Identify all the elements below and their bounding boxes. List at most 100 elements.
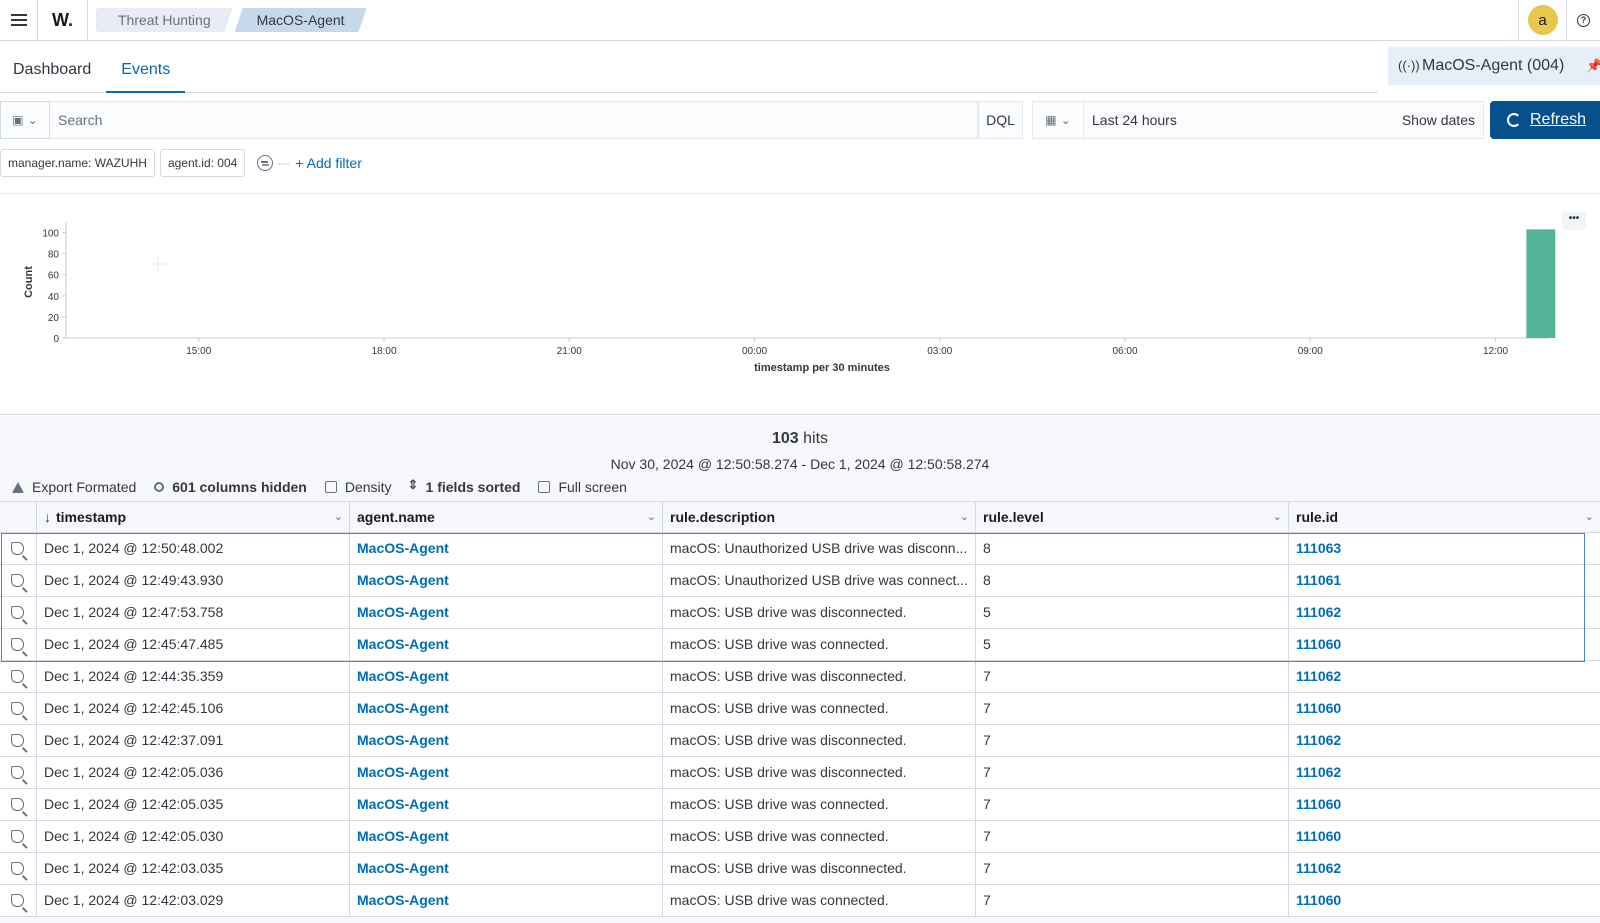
cell-agent-name[interactable]: MacOS-Agent	[350, 565, 663, 596]
cell-agent-name[interactable]: MacOS-Agent	[350, 821, 663, 852]
cell-agent-name[interactable]: MacOS-Agent	[350, 661, 663, 692]
column-header-agent-name[interactable]: agent.name ⌄	[350, 502, 663, 532]
filter-options-icon[interactable]	[257, 155, 274, 171]
cell-rule-id[interactable]: 111061	[1289, 565, 1600, 596]
columns-hidden-button[interactable]: 601 columns hidden	[154, 479, 307, 495]
cell-agent-name[interactable]: MacOS-Agent	[350, 597, 663, 628]
cell-agent-name[interactable]: MacOS-Agent	[350, 533, 663, 564]
chart-options-button[interactable]: •••	[1562, 212, 1586, 230]
column-header-label: agent.name	[357, 509, 435, 525]
inspect-document-button[interactable]	[0, 629, 37, 660]
cell-rule-id[interactable]: 111060	[1289, 789, 1600, 820]
cell-rule-id[interactable]: 111062	[1289, 853, 1600, 884]
inspect-document-button[interactable]	[0, 789, 37, 820]
breadcrumb-macos-agent[interactable]: MacOS-Agent	[235, 8, 367, 32]
table-row[interactable]: Dec 1, 2024 @ 12:42:05.036 MacOS-Agent mac…	[0, 757, 1600, 789]
cell-agent-name[interactable]: MacOS-Agent	[350, 789, 663, 820]
column-header-rule-level[interactable]: rule.level ⌄	[976, 502, 1289, 532]
table-row[interactable]: Dec 1, 2024 @ 12:47:53.758 MacOS-Agent mac…	[0, 597, 1600, 629]
agent-selector[interactable]: ((·)) MacOS-Agent (004) 📌	[1388, 47, 1600, 85]
cell-rule-id[interactable]: 111060	[1289, 821, 1600, 852]
header-control-column	[0, 502, 37, 532]
breadcrumb-threat-hunting[interactable]: Threat Hunting	[96, 8, 233, 32]
filter-pill-manager[interactable]: manager.name: WAZUHH	[0, 149, 155, 177]
table-row[interactable]: Dec 1, 2024 @ 12:42:05.030 MacOS-Agent mac…	[0, 821, 1600, 853]
saved-query-button[interactable]: ▣ ⌄	[0, 101, 50, 139]
cell-agent-name[interactable]: MacOS-Agent	[350, 885, 663, 916]
table-row[interactable]: Dec 1, 2024 @ 12:42:03.035 MacOS-Agent mac…	[0, 853, 1600, 885]
table-row[interactable]: Dec 1, 2024 @ 12:44:35.359 MacOS-Agent mac…	[0, 661, 1600, 693]
app-logo[interactable]: W.	[38, 0, 88, 40]
chevron-down-icon[interactable]: ⌄	[334, 502, 343, 532]
cell-agent-name[interactable]: MacOS-Agent	[350, 629, 663, 660]
column-header-rule-id[interactable]: rule.id ⌄	[1289, 502, 1600, 532]
inspect-document-button[interactable]	[0, 661, 37, 692]
table-row[interactable]: Dec 1, 2024 @ 12:42:03.029 MacOS-Agent mac…	[0, 885, 1600, 917]
cell-rule-id[interactable]: 111060	[1289, 629, 1600, 660]
tab-events[interactable]: Events	[106, 41, 186, 93]
table-row[interactable]: Dec 1, 2024 @ 12:42:37.091 MacOS-Agent mac…	[0, 725, 1600, 757]
sort-fields-button[interactable]: 1 fields sorted	[408, 477, 521, 495]
cell-rule-level: 7	[976, 821, 1289, 852]
pin-icon[interactable]: 📌	[1586, 58, 1600, 73]
column-header-timestamp[interactable]: ↓ timestamp ⌄	[37, 502, 350, 532]
column-header-rule-description[interactable]: rule.description ⌄	[663, 502, 976, 532]
table-row[interactable]: Dec 1, 2024 @ 12:50:48.002 MacOS-Agent mac…	[0, 533, 1600, 565]
table-row[interactable]: Dec 1, 2024 @ 12:45:47.485 MacOS-Agent mac…	[0, 629, 1600, 661]
table-row[interactable]: Dec 1, 2024 @ 12:49:43.930 MacOS-Agent mac…	[0, 565, 1600, 597]
cell-agent-name[interactable]: MacOS-Agent	[350, 853, 663, 884]
menu-button[interactable]	[0, 0, 38, 40]
inspect-document-button[interactable]	[0, 885, 37, 916]
table-row[interactable]: Dec 1, 2024 @ 12:42:45.106 MacOS-Agent mac…	[0, 693, 1600, 725]
breadcrumb: Threat Hunting MacOS-Agent	[96, 8, 369, 32]
time-range-display[interactable]: Last 24 hours Show dates	[1084, 101, 1484, 139]
chevron-down-icon[interactable]: ⌄	[960, 502, 969, 532]
avatar[interactable]: a	[1527, 5, 1558, 35]
cell-rule-id[interactable]: 111060	[1289, 885, 1600, 916]
export-icon	[12, 481, 24, 493]
top-bar: W. Threat Hunting MacOS-Agent a ?	[0, 0, 1600, 41]
date-picker-button[interactable]: ▦ ⌄	[1032, 101, 1084, 139]
cell-timestamp: Dec 1, 2024 @ 12:42:05.030	[37, 821, 350, 852]
refresh-button[interactable]: Refresh	[1490, 101, 1600, 139]
histogram-panel: Count timestamp per 30 minutes 0 20 40 60 80…	[0, 193, 1600, 415]
y-tick-label: 0	[53, 334, 59, 345]
cell-rule-id[interactable]: 111062	[1289, 597, 1600, 628]
chevron-down-icon[interactable]: ⌄	[647, 502, 656, 532]
inspect-document-button[interactable]	[0, 533, 37, 564]
export-formatted-button[interactable]: Export Formated	[12, 479, 136, 495]
cell-timestamp: Dec 1, 2024 @ 12:42:45.106	[37, 693, 350, 724]
inspect-document-button[interactable]	[0, 693, 37, 724]
add-filter-button[interactable]: + Add filter	[295, 155, 362, 171]
cell-rule-level: 7	[976, 725, 1289, 756]
cell-rule-id[interactable]: 111062	[1289, 757, 1600, 788]
column-header-label: rule.description	[670, 509, 776, 525]
inspect-document-button[interactable]	[0, 853, 37, 884]
cell-agent-name[interactable]: MacOS-Agent	[350, 693, 663, 724]
x-tick-label: 03:00	[927, 346, 952, 357]
inspect-document-button[interactable]	[0, 597, 37, 628]
full-screen-button[interactable]: Full screen	[538, 479, 627, 495]
search-input[interactable]: Search	[50, 101, 978, 139]
inspect-document-button[interactable]	[0, 565, 37, 596]
cell-agent-name[interactable]: MacOS-Agent	[350, 725, 663, 756]
inspect-icon	[11, 766, 24, 779]
cell-rule-id[interactable]: 111062	[1289, 661, 1600, 692]
cell-rule-id[interactable]: 111060	[1289, 693, 1600, 724]
show-dates-button[interactable]: Show dates	[1402, 102, 1475, 138]
density-button[interactable]: Density	[324, 479, 392, 495]
help-icon[interactable]: ?	[1577, 13, 1590, 27]
table-row[interactable]: Dec 1, 2024 @ 12:42:05.035 MacOS-Agent mac…	[0, 789, 1600, 821]
column-header-label: rule.level	[983, 509, 1044, 525]
inspect-document-button[interactable]	[0, 757, 37, 788]
cell-agent-name[interactable]: MacOS-Agent	[350, 757, 663, 788]
chevron-down-icon[interactable]: ⌄	[1273, 502, 1282, 532]
inspect-document-button[interactable]	[0, 725, 37, 756]
filter-pill-agent-id[interactable]: agent.id: 004	[159, 149, 246, 177]
query-language-button[interactable]: DQL	[978, 101, 1023, 139]
inspect-document-button[interactable]	[0, 821, 37, 852]
cell-rule-id[interactable]: 111062	[1289, 725, 1600, 756]
chevron-down-icon[interactable]: ⌄	[1585, 502, 1594, 532]
tab-dashboard[interactable]: Dashboard	[0, 41, 104, 93]
cell-rule-id[interactable]: 111063	[1289, 533, 1600, 564]
